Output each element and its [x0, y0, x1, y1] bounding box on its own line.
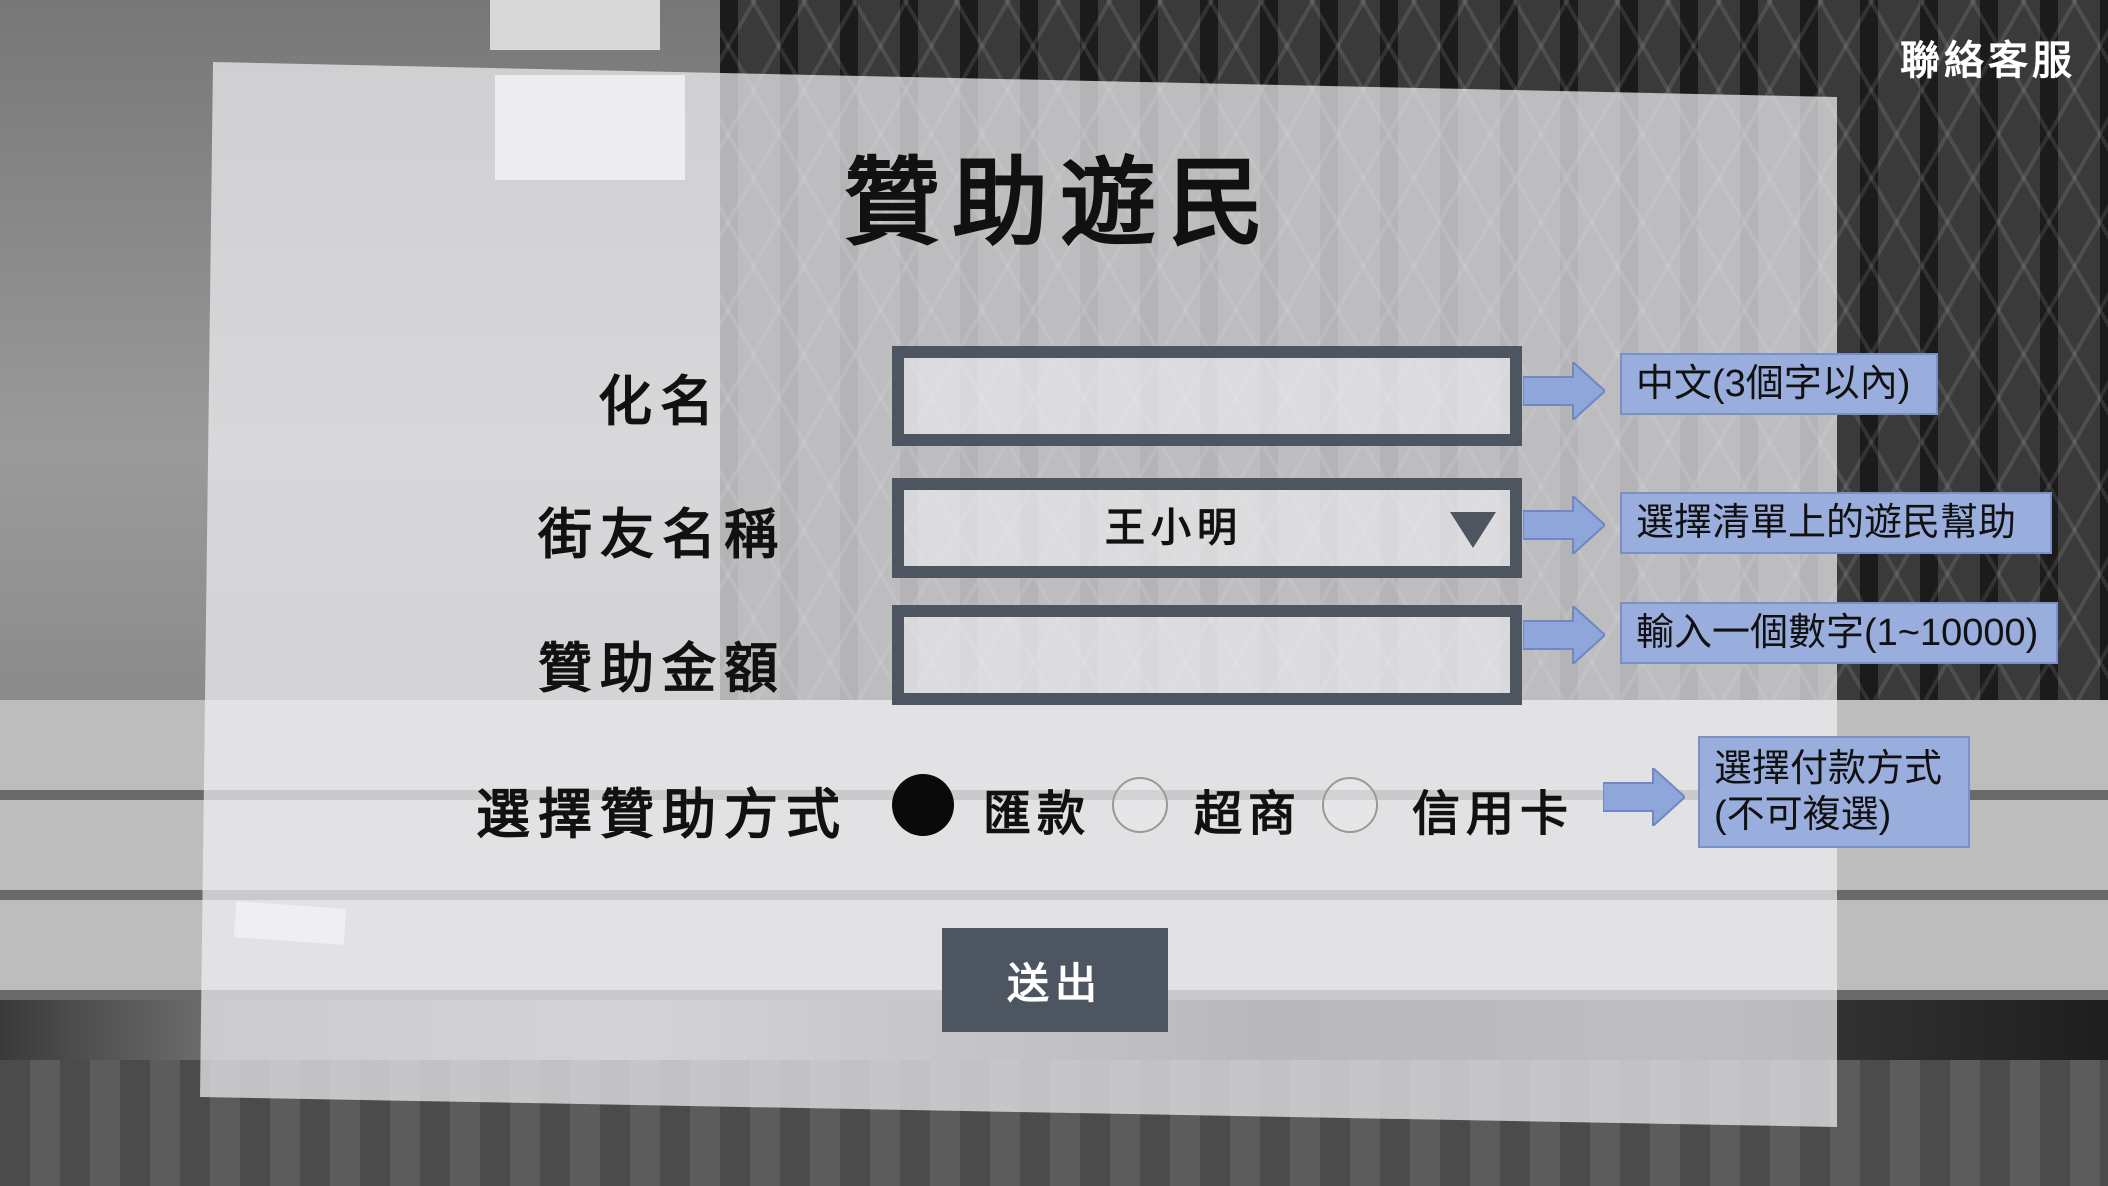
amount-hint: 輸入一個數字(1~10000) — [1620, 602, 2058, 664]
chevron-down-icon[interactable] — [1450, 512, 1496, 548]
payment-label: 選擇贊助方式 — [476, 782, 848, 846]
submit-button[interactable]: 送出 — [942, 928, 1168, 1032]
payment-option-credit-label[interactable]: 信用卡 — [1412, 774, 1574, 844]
payment-radio-credit[interactable] — [1322, 777, 1378, 833]
nickname-hint: 中文(3個字以內) — [1620, 353, 1938, 415]
recipient-arrow-icon — [1523, 496, 1605, 554]
recipient-label: 街友名稱 — [538, 502, 786, 566]
recipient-selected-value: 王小明 — [1105, 504, 1243, 551]
payment-radio-store[interactable] — [1112, 777, 1168, 833]
payment-hint-line1: 選擇付款方式 — [1714, 748, 1943, 790]
page-title: 贊助遊民 — [844, 146, 1276, 259]
contact-support-link[interactable]: 聯絡客服 — [1900, 28, 2076, 86]
recipient-select[interactable]: 王小明 — [892, 478, 1522, 578]
nickname-arrow-icon — [1523, 362, 1605, 420]
amount-input[interactable] — [904, 617, 1510, 693]
recipient-hint: 選擇清單上的遊民幫助 — [1620, 492, 2052, 554]
amount-label: 贊助金額 — [538, 636, 786, 700]
payment-option-store-label[interactable]: 超商 — [1194, 774, 1302, 844]
payment-hint-line2: (不可複選) — [1714, 794, 1892, 836]
nickname-label: 化名 — [598, 369, 722, 433]
amount-arrow-icon — [1523, 606, 1605, 664]
payment-hint: 選擇付款方式 (不可複選) — [1698, 736, 1970, 848]
payment-radio-transfer[interactable] — [892, 774, 954, 836]
nickname-field[interactable] — [892, 346, 1522, 446]
amount-field[interactable] — [892, 605, 1522, 705]
background-poster — [490, 0, 660, 50]
payment-option-transfer-label[interactable]: 匯款 — [983, 774, 1091, 844]
nickname-input[interactable] — [904, 358, 1510, 434]
payment-arrow-icon — [1603, 768, 1685, 826]
